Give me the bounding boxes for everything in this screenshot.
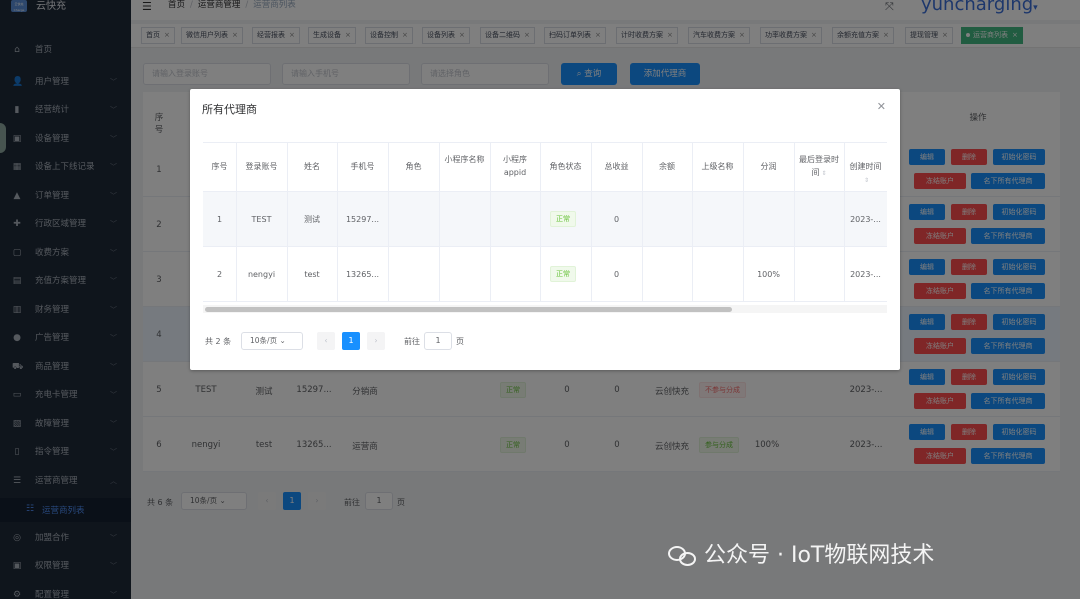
col-header-label: 姓名 [304,162,320,171]
col-header: 小程序名称 [443,153,486,166]
col-header-label: 最后登录时间 [799,155,839,177]
col-header: 登录账号 [240,160,283,173]
column-divider [236,142,237,302]
agents-table-header: 序号 登录账号 姓名 手机号 角色 小程序名称 小程序appid 角色状态 总收益 余额 上级名称 分… [203,142,887,192]
column-divider [287,142,288,302]
cell-split: 100% [757,270,780,279]
close-icon[interactable]: ✕ [877,100,886,113]
cell-created: 2023-... [850,270,881,279]
col-header: 余额 [646,160,688,173]
table-row: 1 TEST 测试 15297... 正常 0 2023-... [203,192,887,247]
col-header-label: 余额 [659,162,675,171]
cell-name: 测试 [304,215,320,224]
all-agents-dialog: 所有代理商 ✕ 序号 登录账号 姓名 手机号 角色 小程序名称 小程序appid 角色状态 总收… [190,89,900,370]
dialog-pager-unit: 页 [456,337,464,346]
column-divider [743,142,744,302]
dialog-pager-page-1[interactable]: 1 [342,332,360,350]
column-divider [591,142,592,302]
cell-phone: 13265... [345,270,380,279]
cell-phone: 15297... [345,215,380,224]
dialog-title: 所有代理商 [202,103,257,116]
column-divider [794,142,795,302]
col-header[interactable]: 创建时间 ⇕ [848,160,883,187]
agents-table: 序号 登录账号 姓名 手机号 角色 小程序名称 小程序appid 角色状态 总收益 余额 上级名称 分… [203,142,887,398]
col-header: 手机号 [341,160,384,173]
cell-created: 2023-... [850,215,881,224]
status-badge: 正常 [550,266,576,282]
cell-name: test [304,270,320,279]
col-header-label: 分润 [760,162,777,171]
sort-icon[interactable]: ⇕ [864,174,869,187]
dialog-pager-goto-label: 前往 [404,337,420,346]
col-header: 序号 [207,160,232,173]
col-header[interactable]: 最后登录时间 ⇕ [798,153,840,180]
dialog-pager-goto-input[interactable]: 1 [424,332,452,350]
column-divider [692,142,693,302]
col-header: 上级名称 [696,160,739,173]
cell-seq: 2 [216,270,223,279]
column-divider [439,142,440,302]
col-header: 总收益 [595,160,638,173]
col-header-label: 登录账号 [245,162,278,171]
col-header: 分润 [747,160,790,173]
col-header: 小程序appid [494,153,536,179]
col-header-label: 手机号 [350,162,375,171]
col-header-label: 总收益 [604,162,629,171]
column-divider [490,142,491,302]
cell-account: TEST [251,215,272,224]
cell-total: 0 [613,270,620,279]
cell-total: 0 [613,215,620,224]
col-header-label: 小程序appid [503,155,527,177]
horizontal-scrollbar[interactable] [203,305,887,313]
dialog-pager-next-button[interactable]: › [367,332,385,350]
wechat-icon [668,544,698,568]
col-header-label: 创建时间 [849,162,882,171]
column-divider [388,142,389,302]
col-header-label: 角色状态 [549,162,582,171]
col-header: 角色状态 [544,160,587,173]
col-header-label: 上级名称 [701,162,734,171]
column-divider [844,142,845,302]
scrollbar-thumb[interactable] [205,307,732,312]
cell-account: nengyi [247,270,276,279]
watermark: 公众号 · IoT物联网技术 [668,537,934,569]
dialog-pager-total: 共 2 条 [205,337,232,346]
sort-icon[interactable]: ⇕ [821,167,826,180]
chevron-down-icon: ⌄ [279,336,286,345]
column-divider [642,142,643,302]
col-header: 角色 [392,160,435,173]
cell-seq: 1 [216,215,223,224]
col-header-label: 小程序名称 [444,155,485,164]
dialog-pager-size-select[interactable]: 10条/页 ⌄ [241,332,303,350]
col-header-label: 角色 [405,162,422,171]
status-badge: 正常 [550,211,576,227]
col-header: 姓名 [291,160,333,173]
dialog-pager-prev-button[interactable]: ‹ [317,332,335,350]
column-divider [337,142,338,302]
column-divider [540,142,541,302]
col-header-label: 序号 [211,162,228,171]
table-row: 2 nengyi test 13265... 正常 0 100% 2023-... [203,247,887,302]
